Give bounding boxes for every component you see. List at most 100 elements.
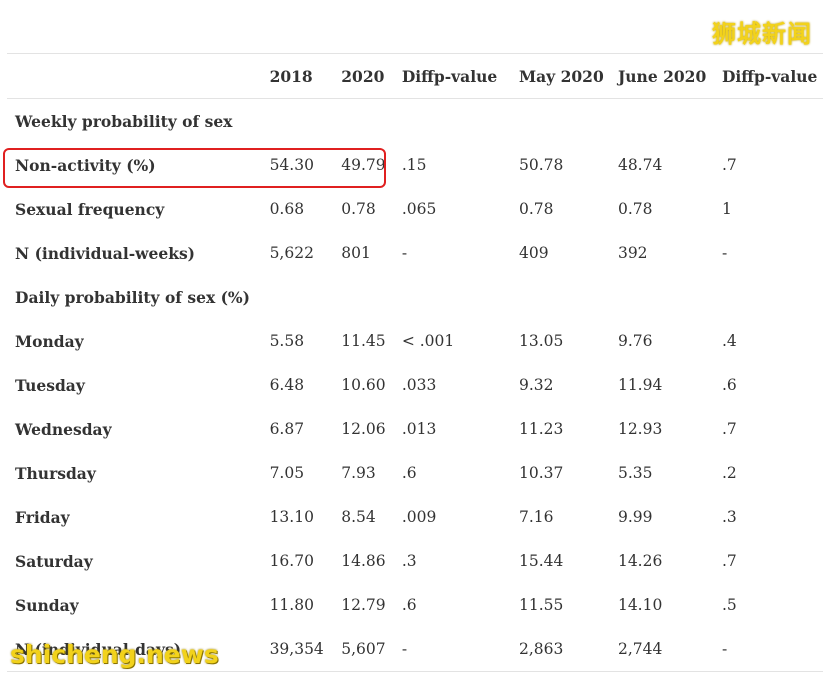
table-cell: 14.26 <box>617 552 663 570</box>
table-cell: .15 <box>401 156 427 174</box>
table-cell: 1 <box>721 200 732 218</box>
row-label: Saturday <box>15 551 93 571</box>
section-label: Daily probability of sex (%) <box>15 287 250 307</box>
table-cell: 54.30 <box>269 156 314 174</box>
table-cell: 11.45 <box>341 332 386 350</box>
watermark-logo-top: 狮城新闻 <box>712 20 812 48</box>
table-cell: - <box>721 244 728 262</box>
table-cell: .3 <box>401 552 417 570</box>
table-cell: .2 <box>721 464 737 482</box>
table-row: Sexual frequency 0.68 0.78 .065 0.78 0.78 1 <box>7 187 823 231</box>
table-cell: - <box>401 627 519 672</box>
table-cell: 2,863 <box>518 627 618 672</box>
table-cell: 10.60 <box>341 376 386 394</box>
table-cell: 16.70 <box>269 552 314 570</box>
table-cell: .7 <box>721 156 737 174</box>
table-cell: 11.80 <box>269 596 314 614</box>
row-label: Sunday <box>15 595 79 615</box>
table-cell: .6 <box>401 464 417 482</box>
table-cell: 50.78 <box>518 156 564 174</box>
table-cell: 5.58 <box>269 332 305 350</box>
table-cell: .4 <box>721 332 737 350</box>
table-cell: 13.05 <box>518 332 564 350</box>
table-row: Sunday 11.80 12.79 .6 11.55 14.10 .5 <box>7 583 823 627</box>
table-cell: 12.79 <box>341 596 386 614</box>
table-row: Monday 5.58 11.45 < .001 13.05 9.76 .4 <box>7 319 823 363</box>
section-row: Weekly probability of sex <box>7 99 823 144</box>
table-cell: 48.74 <box>617 156 663 174</box>
row-label: Friday <box>15 507 70 527</box>
table-cell: 5,607 <box>341 627 402 672</box>
table-row: Tuesday 6.48 10.60 .033 9.32 11.94 .6 <box>7 363 823 407</box>
section-label: Weekly probability of sex <box>15 111 233 131</box>
table-cell: - <box>721 627 823 672</box>
table-body: Weekly probability of sex Non-activity (%… <box>7 99 823 672</box>
table-row: Thursday 7.05 7.93 .6 10.37 5.35 .2 <box>7 451 823 495</box>
table-cell: 13.10 <box>269 508 314 526</box>
table-cell: .7 <box>721 420 737 438</box>
table-cell: 392 <box>617 244 648 262</box>
table-cell: 2,744 <box>617 627 722 672</box>
table-cell: .5 <box>721 596 737 614</box>
column-header-2018: 2018 <box>269 53 342 99</box>
section-row: Daily probability of sex (%) <box>7 275 823 319</box>
table-cell: .065 <box>401 200 437 218</box>
table-cell: .3 <box>721 508 737 526</box>
table-cell: 39,354 <box>269 627 342 672</box>
row-label: Thursday <box>15 463 96 483</box>
table-cell: 7.93 <box>341 464 376 482</box>
table-cell: 14.86 <box>341 552 386 570</box>
table-cell: .6 <box>401 596 417 614</box>
table-cell: 7.05 <box>269 464 305 482</box>
table-cell: 0.78 <box>617 200 653 218</box>
table-cell: 15.44 <box>518 552 564 570</box>
watermark-logo-bottom: shicheng.news <box>10 640 219 669</box>
column-header-diffp-value-2: Diffp-value <box>721 53 823 99</box>
table-cell: 409 <box>518 244 549 262</box>
table-cell: 7.16 <box>518 508 554 526</box>
table-cell: 5,622 <box>269 244 314 262</box>
column-header-may-2020: May 2020 <box>518 53 618 99</box>
table-cell: 0.78 <box>341 200 376 218</box>
table-cell: 49.79 <box>341 156 386 174</box>
row-label: Wednesday <box>15 419 112 439</box>
table-cell: .7 <box>721 552 737 570</box>
table-cell: 6.87 <box>269 420 305 438</box>
table-cell: .033 <box>401 376 437 394</box>
column-header-diffp-value-1: Diffp-value <box>401 53 519 99</box>
table-cell: 8.54 <box>341 508 376 526</box>
table-cell: 9.99 <box>617 508 653 526</box>
column-header-june-2020: June 2020 <box>617 53 722 99</box>
column-header-label <box>7 53 270 99</box>
table-cell: 11.94 <box>617 376 663 394</box>
table-cell: 11.55 <box>518 596 564 614</box>
row-label: Tuesday <box>15 375 85 395</box>
row-label: N (individual-weeks) <box>15 243 196 263</box>
table-cell: 6.48 <box>269 376 305 394</box>
table-row: Saturday 16.70 14.86 .3 15.44 14.26 .7 <box>7 539 823 583</box>
table-cell: 9.32 <box>518 376 554 394</box>
table-cell: < .001 <box>401 332 455 350</box>
table-cell: .009 <box>401 508 437 526</box>
table-cell: .013 <box>401 420 437 438</box>
table-cell: .6 <box>721 376 737 394</box>
table-cell: 12.93 <box>617 420 663 438</box>
table-cell: 801 <box>341 244 371 262</box>
table-cell: - <box>401 244 408 262</box>
row-label: Sexual frequency <box>15 199 165 219</box>
table-cell: 0.68 <box>269 200 305 218</box>
table-cell: 12.06 <box>341 420 386 438</box>
table-cell: 10.37 <box>518 464 564 482</box>
table-cell: 9.76 <box>617 332 653 350</box>
table-row: Non-activity (%) 54.30 49.79 .15 50.78 48.74.… <box>7 143 823 187</box>
table-row: N (individual-weeks) 5,622 801 - 409 392 - <box>7 231 823 275</box>
row-label: Monday <box>15 331 84 351</box>
table-row: Wednesday 6.87 12.06 .013 11.23 12.93 .7 <box>7 407 823 451</box>
column-header-2020: 2020 <box>341 53 402 99</box>
data-table: 2018 2020 Diffp-value May 2020 June 2020… <box>7 53 823 672</box>
row-label: Non-activity (%) <box>15 155 156 175</box>
table-cell: 5.35 <box>617 464 653 482</box>
table-header-row: 2018 2020 Diffp-value May 2020 June 2020… <box>7 53 823 99</box>
table-cell: 14.10 <box>617 596 663 614</box>
table-row: Friday 13.10 8.54 .009 7.16 9.99 .3 <box>7 495 823 539</box>
